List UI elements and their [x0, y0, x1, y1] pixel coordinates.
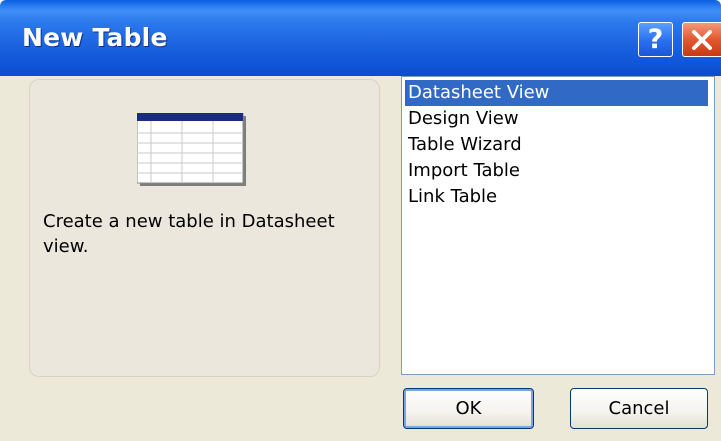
list-item-table-wizard[interactable]: Table Wizard: [405, 132, 708, 158]
description-text: Create a new table in Datasheet view.: [43, 211, 335, 257]
title-bar[interactable]: New Table ?: [0, 0, 721, 76]
help-icon: ?: [647, 24, 664, 55]
cancel-button[interactable]: Cancel: [570, 388, 708, 429]
ok-button[interactable]: OK: [403, 388, 534, 429]
list-item-import-table[interactable]: Import Table: [405, 158, 708, 184]
new-table-dialog: New Table ? Create a new table in Datash…: [0, 0, 721, 441]
close-icon: [692, 30, 712, 50]
list-item-design-view[interactable]: Design View: [405, 106, 708, 132]
list-item-link-table[interactable]: Link Table: [405, 184, 708, 210]
datasheet-preview-icon: [137, 113, 246, 186]
close-button[interactable]: [682, 22, 721, 57]
dialog-title: New Table: [22, 23, 168, 52]
description-panel: Create a new table in Datasheet view.: [29, 79, 380, 377]
view-listbox[interactable]: Datasheet View Design View Table Wizard …: [401, 76, 715, 375]
dialog-body: Create a new table in Datasheet view. Da…: [0, 76, 721, 441]
help-button[interactable]: ?: [638, 22, 673, 57]
list-item-datasheet-view[interactable]: Datasheet View: [405, 80, 708, 106]
